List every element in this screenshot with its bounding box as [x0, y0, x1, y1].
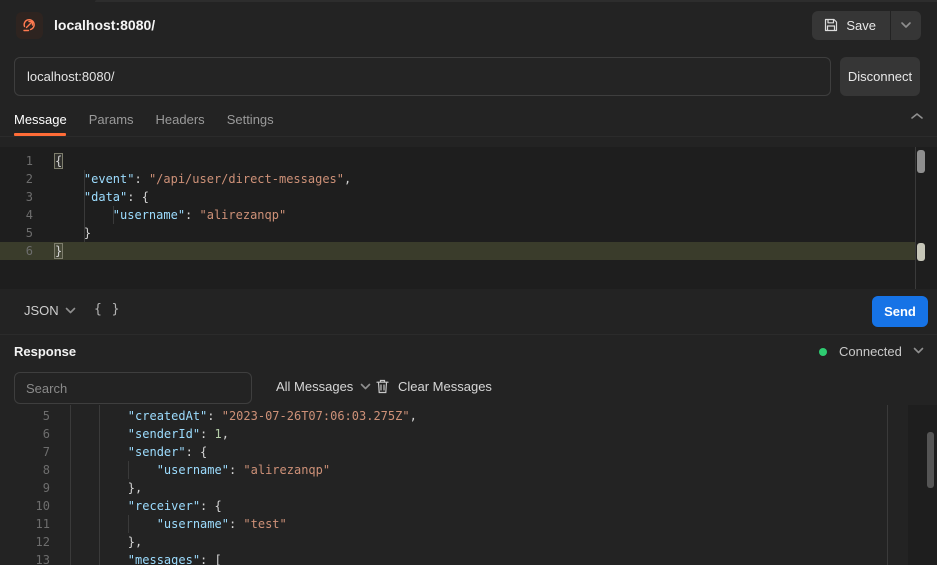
- filter-label: All Messages: [276, 379, 354, 394]
- line-number: 7: [42, 445, 50, 459]
- line-number: 6: [42, 427, 50, 441]
- url-input[interactable]: [14, 57, 831, 96]
- save-options-button[interactable]: [891, 10, 921, 40]
- code-line: 2 "event": "/api/user/direct-messages",: [0, 170, 915, 188]
- request-header: localhost:8080/ Save: [0, 2, 937, 48]
- editor-scrollbar-thumb[interactable]: [917, 150, 925, 173]
- save-label: Save: [846, 17, 876, 33]
- editor-scroll-border: [887, 405, 888, 565]
- indent-guide: [113, 206, 114, 224]
- editor-scroll-border: [915, 147, 916, 289]
- code-line: 4 "username": "alirezanqp": [0, 206, 915, 224]
- code-line: 11 "username": "test": [0, 515, 887, 533]
- request-tabs: Message Params Headers Settings: [14, 104, 274, 134]
- chevron-down-icon: [901, 22, 911, 28]
- line-number: 13: [35, 553, 50, 565]
- line-number: 6: [25, 244, 33, 258]
- code-line: 12 },: [0, 533, 887, 551]
- code-line: 3 "data": {: [0, 188, 915, 206]
- code-line: 5 }: [0, 224, 915, 242]
- code-line: 9 },: [0, 479, 887, 497]
- chevron-down-icon: [65, 307, 75, 314]
- message-editor[interactable]: 1{2 "event": "/api/user/direct-messages"…: [0, 147, 937, 289]
- code-line: 6 "senderId": 1,: [0, 425, 887, 443]
- line-number: 5: [42, 409, 50, 423]
- line-number: 12: [35, 535, 50, 549]
- indent-guide: [99, 405, 100, 565]
- indent-guide: [128, 461, 129, 479]
- tab-headers[interactable]: Headers: [156, 110, 205, 129]
- websocket-logo-icon: [16, 11, 43, 39]
- connection-status: Connected: [819, 344, 902, 359]
- status-dot-icon: [819, 347, 827, 356]
- save-split-button: Save: [812, 10, 921, 40]
- line-number: 3: [25, 190, 33, 204]
- line-number: 10: [35, 499, 50, 513]
- divider: [0, 334, 937, 335]
- chevron-down-icon: [361, 383, 371, 390]
- line-number: 1: [25, 154, 33, 168]
- collapse-panel-button[interactable]: [909, 111, 925, 121]
- code-line: 5 "createdAt": "2023-07-26T07:06:03.275Z…: [0, 407, 887, 425]
- line-number: 4: [25, 208, 33, 222]
- app-window: localhost:8080/ Save Disconnect: [0, 0, 937, 565]
- indent-guide: [128, 515, 129, 533]
- code-line: 13 "messages": [: [0, 551, 887, 565]
- search-input[interactable]: [14, 372, 252, 404]
- divider: [0, 136, 937, 137]
- editor-cursor-marker: [917, 243, 925, 261]
- indent-guide: [84, 170, 85, 242]
- clear-messages-label: Clear Messages: [398, 379, 492, 394]
- save-floppy-icon: [825, 18, 838, 32]
- chevron-down-icon: [913, 347, 924, 354]
- code-line: 7 "sender": {: [0, 443, 887, 461]
- code-line: 8 "username": "alirezanqp": [0, 461, 887, 479]
- save-button[interactable]: Save: [812, 10, 890, 40]
- line-number: 2: [25, 172, 33, 186]
- line-number: 11: [35, 517, 50, 531]
- line-number: 5: [25, 226, 33, 240]
- line-number: 8: [42, 463, 50, 477]
- line-number: 9: [42, 481, 50, 495]
- tab-message[interactable]: Message: [14, 110, 67, 129]
- tab-settings[interactable]: Settings: [227, 110, 274, 129]
- response-section-title: Response: [14, 344, 77, 359]
- code-line: 1{: [0, 152, 915, 170]
- code-line: 10 "receiver": {: [0, 497, 887, 515]
- format-select[interactable]: JSON: [24, 303, 76, 318]
- clear-messages-button[interactable]: Clear Messages: [376, 379, 492, 394]
- format-label: JSON: [24, 303, 59, 318]
- page-scrollbar-thumb[interactable]: [927, 432, 934, 488]
- tab-params[interactable]: Params: [89, 110, 134, 129]
- status-label: Connected: [839, 344, 902, 359]
- response-editor[interactable]: 5 "createdAt": "2023-07-26T07:06:03.275Z…: [0, 405, 937, 565]
- chevron-up-icon: [911, 113, 923, 119]
- send-button[interactable]: Send: [872, 296, 928, 327]
- request-title: localhost:8080/: [54, 17, 156, 33]
- disconnect-button[interactable]: Disconnect: [840, 57, 920, 96]
- status-dropdown-button[interactable]: [912, 346, 925, 355]
- trash-icon: [376, 379, 389, 394]
- beautify-button[interactable]: { }: [94, 302, 120, 317]
- code-line: 6}: [0, 242, 915, 260]
- indent-guide: [70, 405, 71, 565]
- message-filter-select[interactable]: All Messages: [276, 379, 371, 394]
